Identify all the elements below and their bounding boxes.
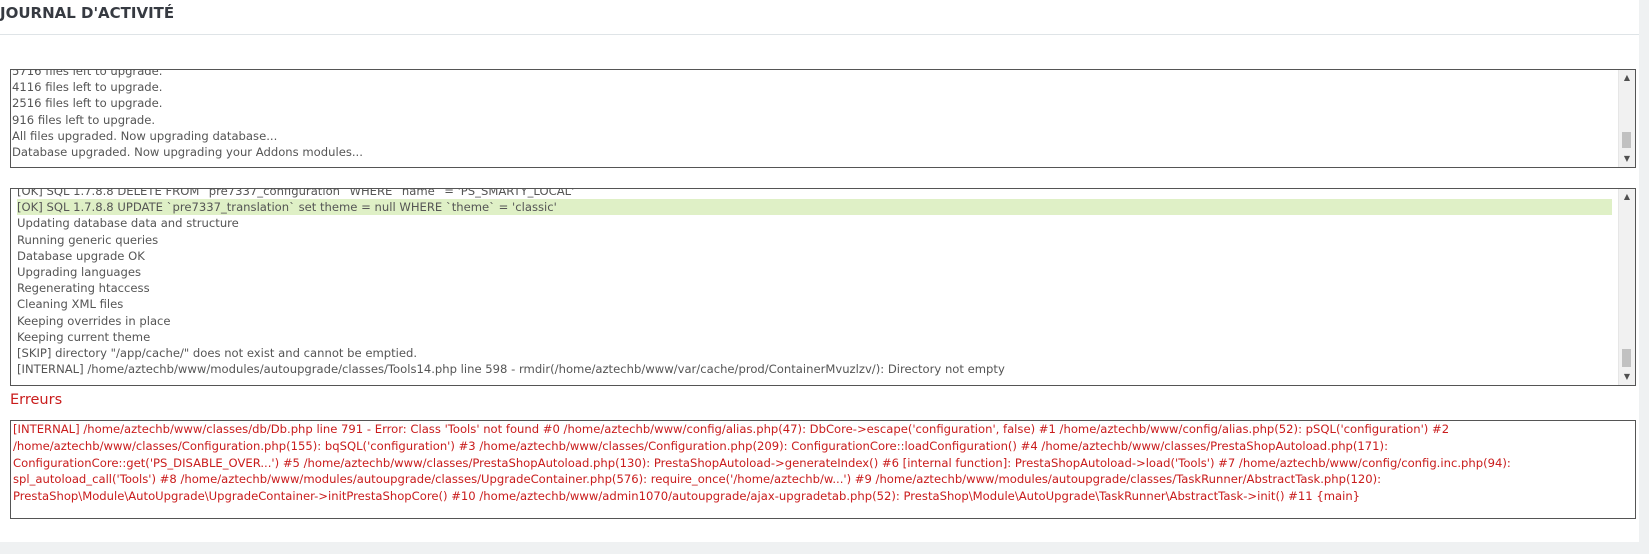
log-line: All files upgraded. Now upgrading databa… xyxy=(12,128,278,143)
log-line: Running generic queries xyxy=(17,232,159,247)
progress-log-box[interactable]: 5716 files left to upgrade. 4116 files l… xyxy=(10,69,1636,168)
progress-log-scrollbar[interactable]: ▲ ▼ xyxy=(1618,70,1635,167)
log-line: 916 files left to upgrade. xyxy=(12,112,156,127)
scroll-down-arrow-icon[interactable]: ▼ xyxy=(1619,151,1635,167)
log-line: [SKIP] directory "/app/cache/" does not … xyxy=(17,346,418,361)
log-line-highlighted: [OK] SQL 1.7.8.8 UPDATE `pre7337_transla… xyxy=(17,199,1612,216)
scroll-down-arrow-icon[interactable]: ▼ xyxy=(1619,369,1635,385)
info-log-box[interactable]: [OK] SQL 1.7.8.8 DELETE FROM `pre7337_co… xyxy=(10,188,1636,386)
log-line: Keeping current theme xyxy=(17,329,151,344)
errors-heading: Erreurs xyxy=(10,392,63,408)
log-line: [INTERNAL] /home/aztechb/www/modules/aut… xyxy=(17,362,1005,377)
scroll-up-arrow-icon[interactable]: ▲ xyxy=(1619,70,1635,86)
panel-title: JOURNAL D'ACTIVITÉ xyxy=(0,0,1639,35)
log-line: Regenerating htaccess xyxy=(17,281,150,296)
log-line: [OK] SQL 1.7.8.8 DELETE FROM `pre7337_co… xyxy=(17,188,575,198)
log-line: Cleaning XML files xyxy=(17,297,124,312)
log-line: Keeping overrides in place xyxy=(17,313,171,328)
scrollbar-thumb[interactable] xyxy=(1622,349,1631,367)
log-line: Database upgraded. Now upgrading your Ad… xyxy=(12,145,363,160)
errors-box: [INTERNAL] /home/aztechb/www/classes/db/… xyxy=(10,420,1636,519)
activity-log-panel: JOURNAL D'ACTIVITÉ 5716 files left to up… xyxy=(0,0,1639,542)
log-line: 4116 files left to upgrade. xyxy=(12,80,163,95)
log-line: Updating database data and structure xyxy=(17,216,239,231)
scroll-up-arrow-icon[interactable]: ▲ xyxy=(1619,189,1635,205)
log-line: Upgrading languages xyxy=(17,265,142,280)
log-line: 5716 files left to upgrade. xyxy=(12,69,163,78)
log-line: 2516 files left to upgrade. xyxy=(12,96,163,111)
info-log-scrollbar[interactable]: ▲ ▼ xyxy=(1618,189,1635,385)
scrollbar-thumb[interactable] xyxy=(1622,132,1631,148)
log-line: Database upgrade OK xyxy=(17,248,145,263)
